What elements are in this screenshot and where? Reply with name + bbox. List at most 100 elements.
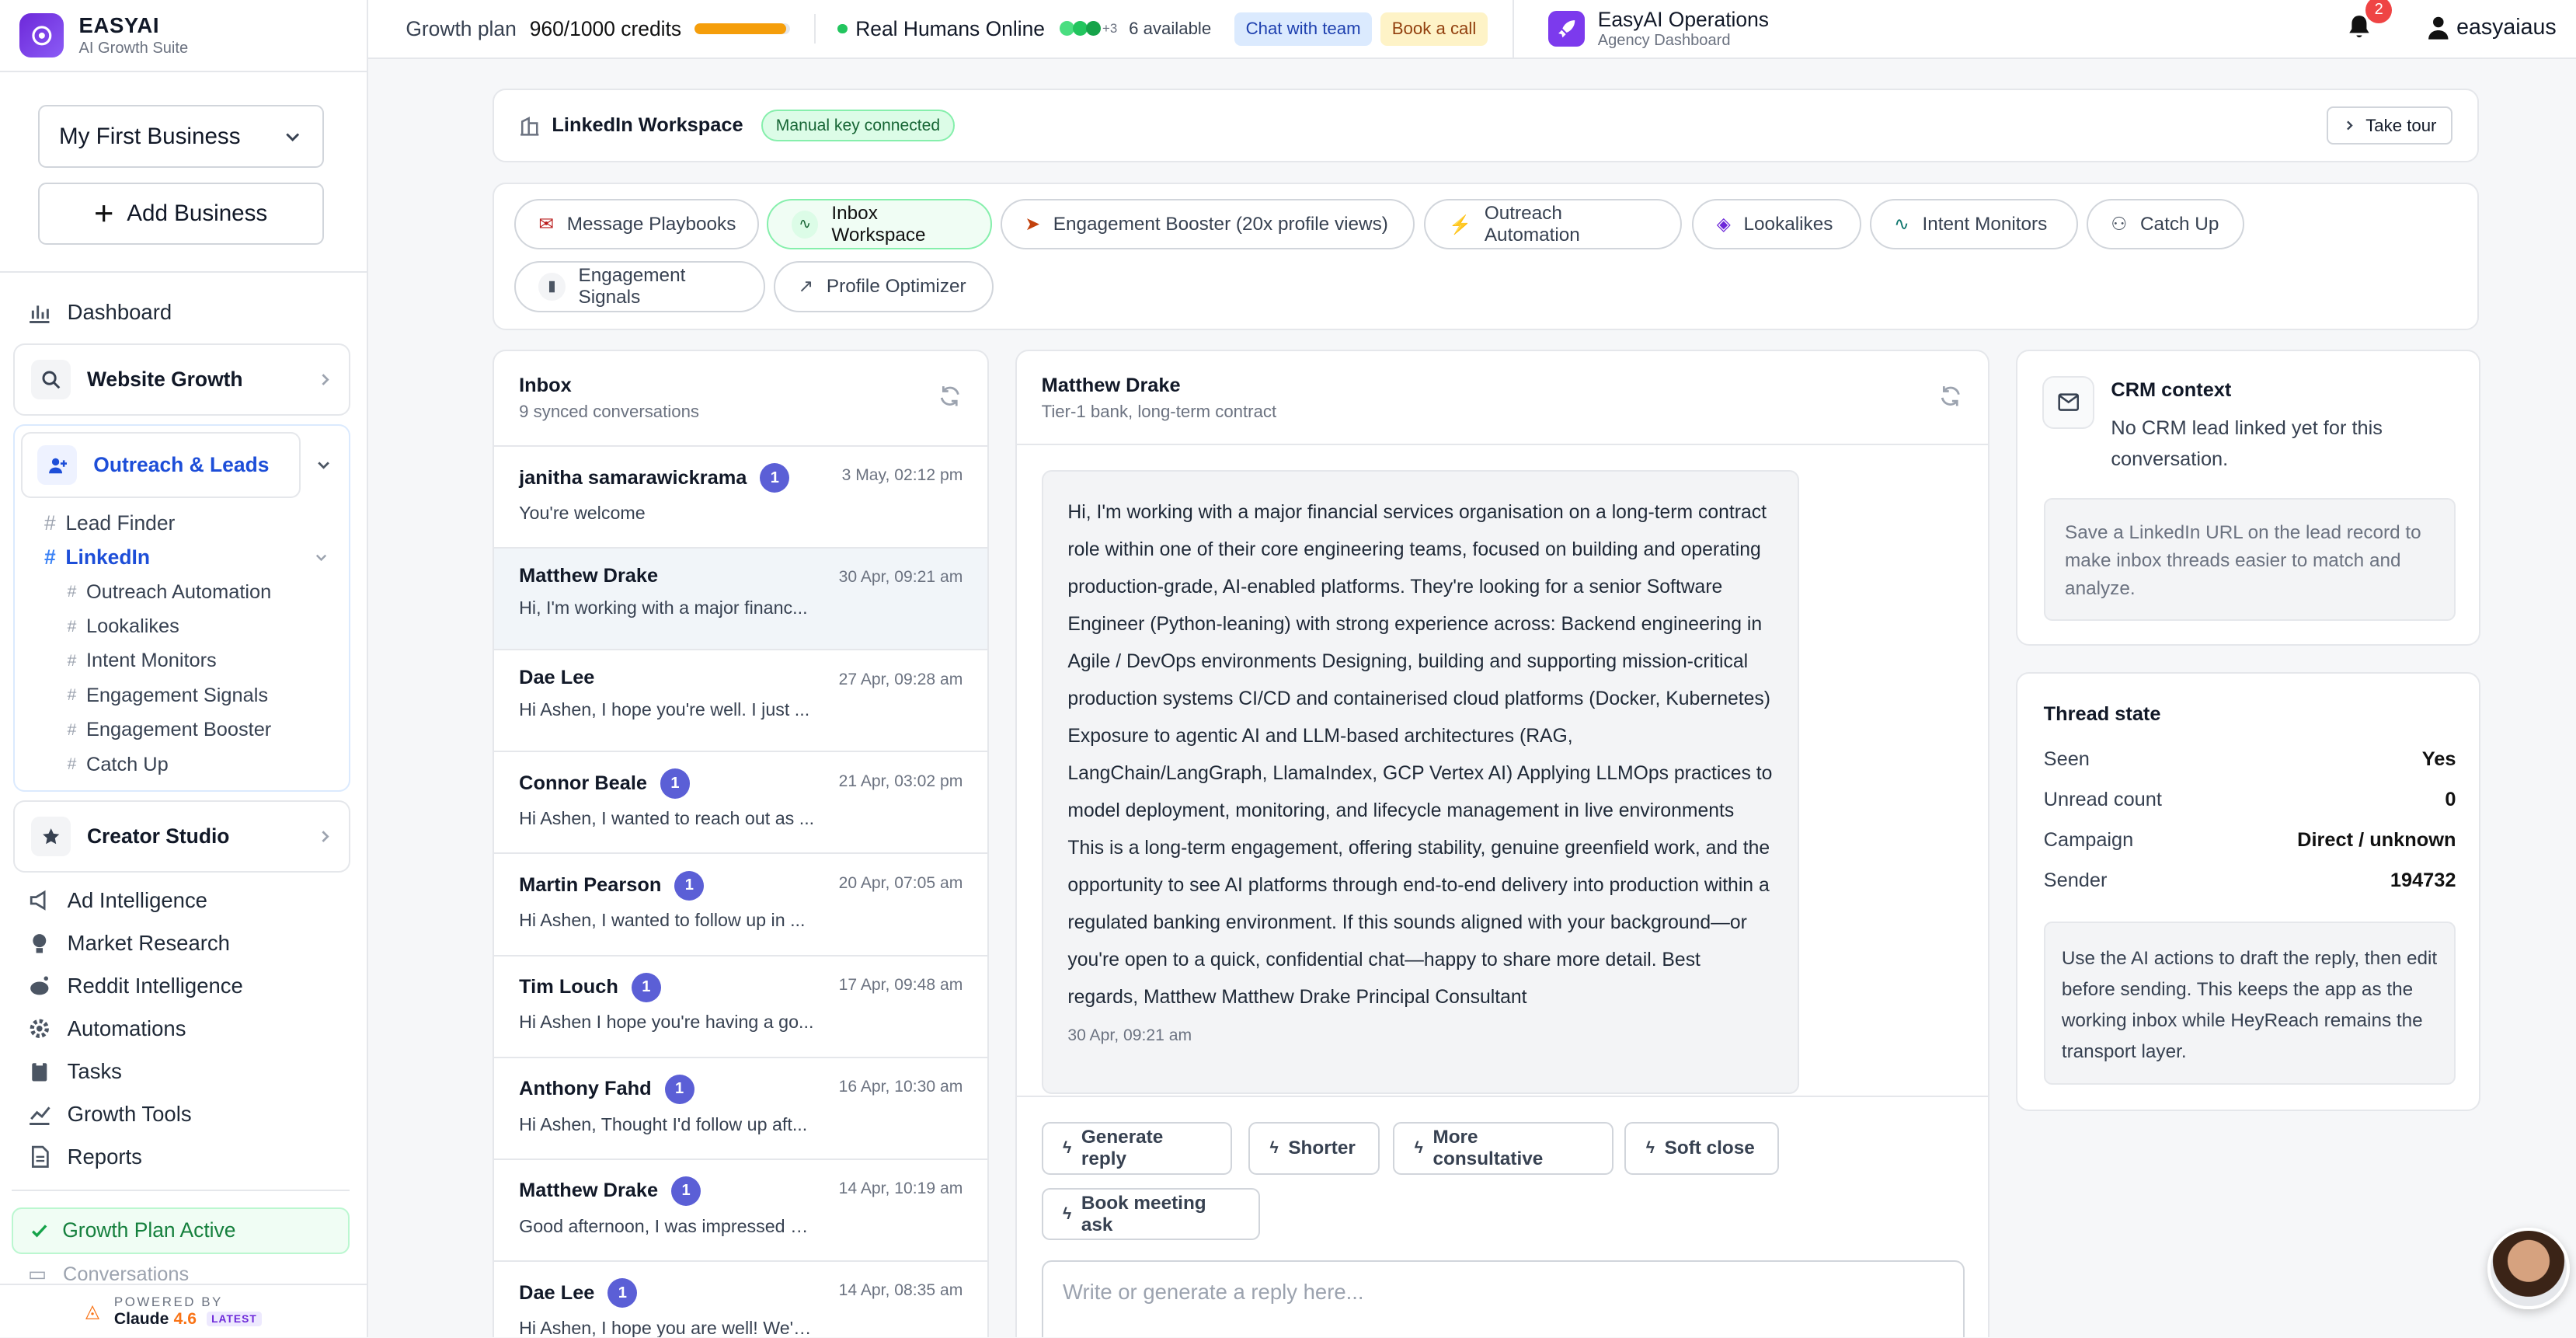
ops-switcher[interactable]: EasyAI Operations Agency Dashboard xyxy=(1598,8,1769,50)
inbox-count: 9 synced conversations xyxy=(519,402,700,422)
shorter-button[interactable]: ϟ Shorter xyxy=(1248,1122,1380,1175)
nav-reports[interactable]: Reports xyxy=(0,1135,367,1178)
generate-reply-button[interactable]: ϟ Generate reply xyxy=(1041,1122,1232,1175)
sidebar: EASYAI AI Growth Suite My First Business… xyxy=(0,0,368,1338)
growth-plan-status[interactable]: Growth Plan Active xyxy=(11,1207,350,1254)
reply-textarea[interactable]: Write or generate a reply here... xyxy=(1041,1260,1965,1338)
inbox-row[interactable]: Matthew Drake 1 14 Apr, 10:19 am Good after… xyxy=(494,1158,988,1260)
more-consultative-button[interactable]: ϟ More consultative xyxy=(1393,1122,1613,1175)
nav-linkedin-sub-item[interactable]: # Outreach Automation xyxy=(21,575,342,609)
nav-linkedin-sub-item[interactable]: # Engagement Booster xyxy=(21,713,342,747)
tab-intent-monitors[interactable]: ∿ Intent Monitors xyxy=(1869,198,2079,250)
refresh-icon[interactable] xyxy=(938,385,962,408)
bar-chart-icon xyxy=(30,305,50,323)
state-key: Sender xyxy=(2043,869,2108,892)
inbox-row[interactable]: Dae Lee 1 14 Apr, 08:35 am Hi Ashen, I hope… xyxy=(494,1260,988,1337)
inbox-row[interactable]: janitha samarawickrama 1 3 May, 02:12 pm Yo… xyxy=(494,444,988,547)
book-meeting-button[interactable]: ϟ Book meeting ask xyxy=(1041,1187,1260,1241)
nav-website-growth[interactable]: Website Growth xyxy=(12,343,350,416)
avatar xyxy=(1085,21,1101,37)
nav-linkedin-sub-item[interactable]: # Catch Up xyxy=(21,747,342,782)
nav-automations[interactable]: Automations xyxy=(0,1007,367,1050)
nav-lead-finder-label: Lead Finder xyxy=(65,510,176,535)
row-preview: Hi Ashen, Thought I'd follow up aft... xyxy=(519,1113,808,1134)
tab-engagement-booster[interactable]: ➤ Engagement Booster (20x profile views) xyxy=(1000,198,1415,250)
nav-linkedin-sub-label: Engagement Booster xyxy=(86,719,272,741)
row-date: 30 Apr, 09:21 am xyxy=(838,568,963,587)
tab-inbox-workspace[interactable]: ∿ Inbox Workspace xyxy=(767,198,993,250)
row-date: 20 Apr, 07:05 am xyxy=(838,873,963,892)
soft-close-button[interactable]: ϟ Soft close xyxy=(1624,1122,1780,1175)
nav-reddit-intelligence[interactable]: Reddit Intelligence xyxy=(0,964,367,1007)
action-label: More consultative xyxy=(1432,1126,1544,1169)
tab-outreach-automation[interactable]: ⚡ Outreach Automation xyxy=(1424,198,1683,250)
building-icon xyxy=(520,117,539,136)
claude-label: Claude xyxy=(113,1309,169,1328)
chevron-right-icon xyxy=(322,831,330,842)
inbox-row[interactable]: Matthew Drake 30 Apr, 09:21 am Hi, I'm wor… xyxy=(494,547,988,650)
chevron-down-icon[interactable] xyxy=(315,457,332,473)
state-key: Unread count xyxy=(2043,789,2162,811)
inbox-row[interactable]: Dae Lee 27 Apr, 09:28 am Hi Ashen, I hope … xyxy=(494,649,988,751)
contact-name: Dae Lee xyxy=(519,1281,595,1304)
nav-linkedin-sub-item[interactable]: # Lookalikes xyxy=(21,609,342,643)
thread-contact-name: Matthew Drake xyxy=(1041,375,1181,397)
nav-item-label: Growth Tools xyxy=(67,1101,192,1126)
add-business-button[interactable]: Add Business xyxy=(37,182,324,246)
state-value: 0 xyxy=(2445,789,2456,811)
inbox-row[interactable]: Tim Louch 1 17 Apr, 09:48 am Hi Ashen I hop… xyxy=(494,954,988,1057)
inbox-row[interactable]: Connor Beale 1 21 Apr, 03:02 pm Hi Ashen, I… xyxy=(494,751,988,852)
nav-lead-finder[interactable]: # Lead Finder xyxy=(21,506,342,540)
nav-linkedin-sub-item[interactable]: # Intent Monitors xyxy=(21,644,342,678)
notifications-button[interactable]: 2 xyxy=(2346,0,2393,47)
hash-icon: # xyxy=(67,686,77,705)
unread-badge: 1 xyxy=(660,768,690,799)
signal-bars-icon: ▮ xyxy=(538,272,566,301)
take-tour-button[interactable]: Take tour xyxy=(2326,106,2453,145)
chat-with-team-button[interactable]: Chat with team xyxy=(1234,12,1373,46)
crm-status-text: No CRM lead linked yet for this conversa… xyxy=(2111,416,2383,470)
top-bar: Growth plan 960/1000 credits Real Humans… xyxy=(367,0,2576,60)
tab-lookalikes[interactable]: ◈ Lookalikes xyxy=(1692,198,1861,250)
unread-badge: 1 xyxy=(760,463,790,493)
nav-linkedin-sub-item[interactable]: # Engagement Signals xyxy=(21,678,342,713)
refresh-icon[interactable] xyxy=(1939,385,1962,408)
divider xyxy=(11,1190,350,1192)
workspace-title: LinkedIn Workspace xyxy=(552,114,743,137)
nav-creator-studio[interactable]: Creator Studio xyxy=(12,800,350,873)
brand[interactable]: EASYAI AI Growth Suite xyxy=(0,0,367,73)
contact-name: Matthew Drake xyxy=(519,565,659,587)
tab-engagement-signals[interactable]: ▮ Engagement Signals xyxy=(513,261,766,312)
nav-ad-intelligence[interactable]: Ad Intelligence xyxy=(0,879,367,922)
nav-item-label: Ad Intelligence xyxy=(67,887,207,912)
nav-growth-tools[interactable]: Growth Tools xyxy=(0,1092,367,1135)
inbox-row[interactable]: Anthony Fahd 1 16 Apr, 10:30 am Hi Ashen, T… xyxy=(494,1056,988,1159)
nav-outreach-group: Outreach & Leads # Lead Finder # LinkedIn … xyxy=(12,423,350,793)
credits-progress xyxy=(694,23,790,35)
hash-icon: # xyxy=(67,583,77,601)
humans-online-label: Real Humans Online xyxy=(855,16,1045,40)
avatar-stack[interactable]: +3 xyxy=(1060,21,1117,37)
nav-tasks[interactable]: Tasks xyxy=(0,1050,367,1092)
tab-catch-up[interactable]: ⚇ Catch Up xyxy=(2086,198,2244,250)
nav-outreach-leads[interactable]: Outreach & Leads xyxy=(21,432,301,498)
thread-contact-subtitle: Tier-1 bank, long-term contract xyxy=(1041,402,1277,422)
user-menu[interactable]: easyaiaus xyxy=(2427,15,2557,40)
nav-market-research[interactable]: Market Research xyxy=(0,922,367,964)
tab-profile-optimizer[interactable]: ↗ Profile Optimizer xyxy=(773,261,994,312)
inbox-panel: Inbox 9 synced conversations janitha sam… xyxy=(493,350,990,1338)
nav-linkedin[interactable]: # LinkedIn xyxy=(21,541,342,575)
business-select[interactable]: My First Business xyxy=(37,105,324,168)
row-date: 27 Apr, 09:28 am xyxy=(838,670,963,688)
tab-message-playbooks[interactable]: ✉ Message Playbooks xyxy=(513,198,759,250)
zap-icon: ϟ xyxy=(1414,1138,1423,1157)
hash-icon: # xyxy=(67,720,77,739)
support-chat-avatar[interactable] xyxy=(2487,1227,2570,1310)
book-call-button[interactable]: Book a call xyxy=(1380,12,1488,46)
crm-hint: Save a LinkedIn URL on the lead record t… xyxy=(2043,497,2456,622)
inbox-row[interactable]: Martin Pearson 1 20 Apr, 07:05 am Hi Ashen,… xyxy=(494,852,988,954)
nav-dashboard[interactable]: Dashboard xyxy=(0,291,367,333)
contact-name: Anthony Fahd xyxy=(519,1078,652,1100)
tab-label: Inbox Workspace xyxy=(831,202,926,246)
nav-conversations[interactable]: ▭ Conversations xyxy=(28,1262,340,1285)
